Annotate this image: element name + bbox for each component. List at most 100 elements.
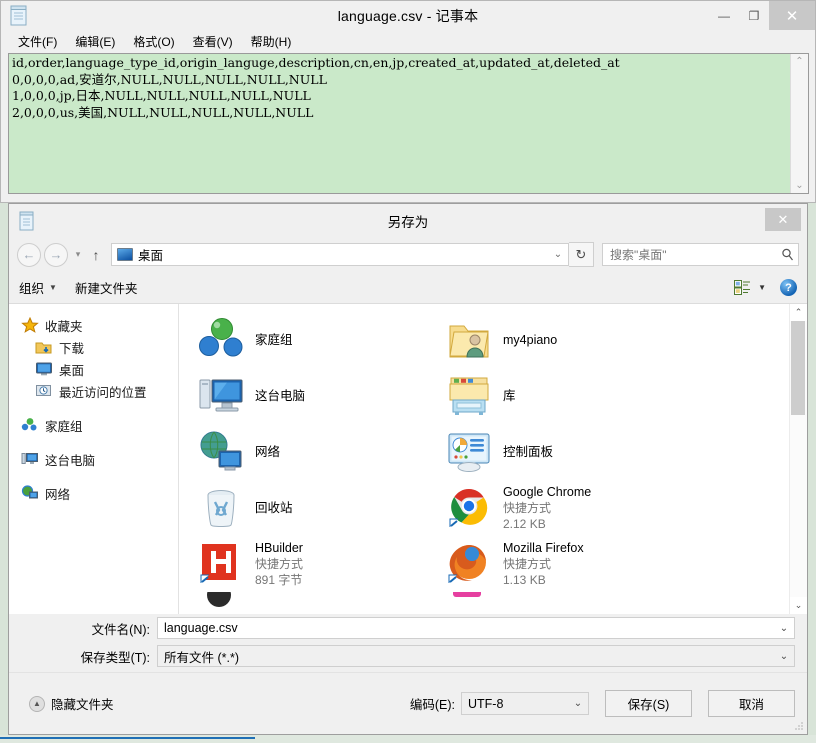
view-dropdown-icon[interactable]: ▼ <box>758 283 766 292</box>
recent-places-icon <box>36 385 51 396</box>
file-type: 快捷方式 <box>503 557 552 571</box>
libraries-icon <box>449 377 489 415</box>
file-size: 891 字节 <box>255 573 303 587</box>
scroll-up-arrow-icon[interactable]: ⌃ <box>795 304 803 321</box>
notepad-icon <box>19 211 34 231</box>
file-list-pane[interactable]: 家庭组 my4piano 这台电脑 库 网络 控制面板 回收站 Google C… <box>179 304 807 614</box>
filetype-row: 保存类型(T): 所有文件 (*.*) ⌄ <box>9 642 807 670</box>
scroll-down-arrow-icon[interactable]: ⌄ <box>795 597 803 614</box>
nav-label: 收藏夹 <box>45 319 83 334</box>
file-name: HBuilder <box>255 541 303 555</box>
file-info: 网络 <box>255 444 280 460</box>
search-input[interactable]: 搜索"桌面" <box>602 243 799 266</box>
filetype-select[interactable]: 所有文件 (*.*) ⌄ <box>157 645 795 667</box>
nav-item-this-pc[interactable]: 这台电脑 <box>21 448 178 470</box>
refresh-button[interactable]: ↻ <box>569 242 594 267</box>
chevron-down-icon[interactable]: ⌄ <box>550 249 566 260</box>
file-info: 控制面板 <box>503 444 553 460</box>
minimize-button[interactable]: — <box>709 1 739 30</box>
view-layout-icon[interactable] <box>734 279 751 296</box>
file-type: 快捷方式 <box>255 557 304 571</box>
file-name: 库 <box>503 389 516 403</box>
notepad-text-area[interactable]: id,order,language_type_id,origin_languge… <box>8 53 809 194</box>
file-item-my4piano[interactable]: my4piano <box>435 312 683 368</box>
dialog-close-button[interactable]: ✕ <box>765 208 801 231</box>
file-item-mozilla-firefox[interactable]: Mozilla Firefox 快捷方式 1.13 KB <box>435 536 683 592</box>
nav-label: 家庭组 <box>45 419 83 434</box>
filetype-label: 保存类型(T): <box>80 650 150 665</box>
menu-edit[interactable]: 编辑(E) <box>66 31 124 52</box>
file-size: 2.12 KB <box>503 517 546 531</box>
file-item-network[interactable]: 网络 <box>187 424 435 480</box>
encoding-select[interactable]: UTF-8 ⌄ <box>461 692 589 715</box>
file-info: 回收站 <box>255 500 293 516</box>
help-icon[interactable]: ? <box>780 279 797 296</box>
close-button[interactable]: ✕ <box>769 1 815 30</box>
notepad-title: language.csv - 记事本 <box>337 7 479 24</box>
file-info: 库 <box>503 388 516 404</box>
encoding-label: 编码(E): <box>409 698 455 712</box>
chevron-down-icon[interactable]: ⌄ <box>776 623 792 634</box>
recycle-bin-icon <box>207 490 235 527</box>
file-item-hbuilder[interactable]: HBuilder 快捷方式 891 字节 <box>187 536 435 592</box>
file-info: HBuilder 快捷方式 891 字节 <box>255 540 303 588</box>
notepad-icon <box>10 5 27 26</box>
scroll-up-arrow-icon[interactable]: ⌃ <box>795 56 803 67</box>
nav-item-network[interactable]: 网络 <box>21 482 178 504</box>
forward-button[interactable]: → <box>44 242 68 267</box>
cancel-button[interactable]: 取消 <box>708 690 795 717</box>
file-item-libraries[interactable]: 库 <box>435 368 683 424</box>
hbuilder-icon <box>200 544 236 583</box>
menu-format[interactable]: 格式(O) <box>124 31 183 52</box>
file-item-control-panel[interactable]: 控制面板 <box>435 424 683 480</box>
address-input[interactable]: 桌面 ⌄ <box>111 243 569 266</box>
nav-item-recent-places[interactable]: 最近访问的位置 <box>21 380 178 402</box>
nav-item-desktop[interactable]: 桌面 <box>21 358 178 380</box>
file-name: my4piano <box>503 333 558 347</box>
save-button[interactable]: 保存(S) <box>605 690 692 717</box>
menu-view[interactable]: 查看(V) <box>184 31 242 52</box>
file-info: Mozilla Firefox 快捷方式 1.13 KB <box>503 540 584 588</box>
this-pc-icon <box>21 453 38 464</box>
nav-label: 桌面 <box>59 363 85 378</box>
maximize-button[interactable]: ❐ <box>739 1 769 30</box>
chevron-down-icon[interactable]: ⌄ <box>570 698 586 709</box>
file-item-partial-right[interactable] <box>435 592 683 614</box>
notepad-vertical-scrollbar[interactable]: ⌃ ⌄ <box>790 54 808 193</box>
notepad-window: language.csv - 记事本 — ❐ ✕ 文件(F) 编辑(E) 格式(… <box>0 0 816 203</box>
file-item-partial-left[interactable] <box>187 592 435 614</box>
notepad-titlebar[interactable]: language.csv - 记事本 — ❐ ✕ <box>1 1 815 30</box>
menu-file[interactable]: 文件(F) <box>9 31 66 52</box>
notepad-text-content[interactable]: id,order,language_type_id,origin_languge… <box>9 54 790 193</box>
nav-item-favorites[interactable]: 收藏夹 <box>21 314 178 336</box>
nav-item-downloads[interactable]: 下载 <box>21 336 178 358</box>
nav-label: 最近访问的位置 <box>59 385 147 400</box>
history-dropdown-icon[interactable]: ▾ <box>71 249 85 260</box>
resize-grip-icon[interactable] <box>794 721 804 731</box>
nav-separator <box>21 470 178 482</box>
hide-folders-button[interactable]: ▲ 隐藏文件夹 <box>29 694 114 713</box>
file-item-recycle-bin[interactable]: 回收站 <box>187 480 435 536</box>
nav-item-homegroup[interactable]: 家庭组 <box>21 414 178 436</box>
control-panel-icon <box>448 433 490 472</box>
chevron-down-icon[interactable]: ⌄ <box>776 651 792 662</box>
file-list-scrollbar[interactable]: ⌃ ⌄ <box>789 304 807 614</box>
back-button[interactable]: ← <box>17 242 41 267</box>
new-folder-button[interactable]: 新建文件夹 <box>75 278 138 297</box>
scrollbar-thumb[interactable] <box>791 321 805 415</box>
scrollbar-track[interactable] <box>790 321 807 597</box>
file-item-google-chrome[interactable]: Google Chrome 快捷方式 2.12 KB <box>435 480 683 536</box>
file-name: Mozilla Firefox <box>503 541 584 555</box>
file-item-this-pc[interactable]: 这台电脑 <box>187 368 435 424</box>
up-button[interactable]: ↑ <box>85 247 107 263</box>
command-bar: 组织 ▼ 新建文件夹 ▼ ? <box>9 272 807 304</box>
dialog-title: 另存为 <box>387 214 429 230</box>
scroll-down-arrow-icon[interactable]: ⌄ <box>795 180 803 191</box>
dialog-titlebar[interactable]: 另存为 ✕ <box>9 204 807 237</box>
file-item-homegroup[interactable]: 家庭组 <box>187 312 435 368</box>
organize-button[interactable]: 组织 ▼ <box>19 278 57 297</box>
filename-label: 文件名(N): <box>91 622 150 637</box>
chrome-icon <box>449 488 488 527</box>
menu-help[interactable]: 帮助(H) <box>242 31 301 52</box>
filename-input[interactable]: language.csv ⌄ <box>157 617 795 639</box>
